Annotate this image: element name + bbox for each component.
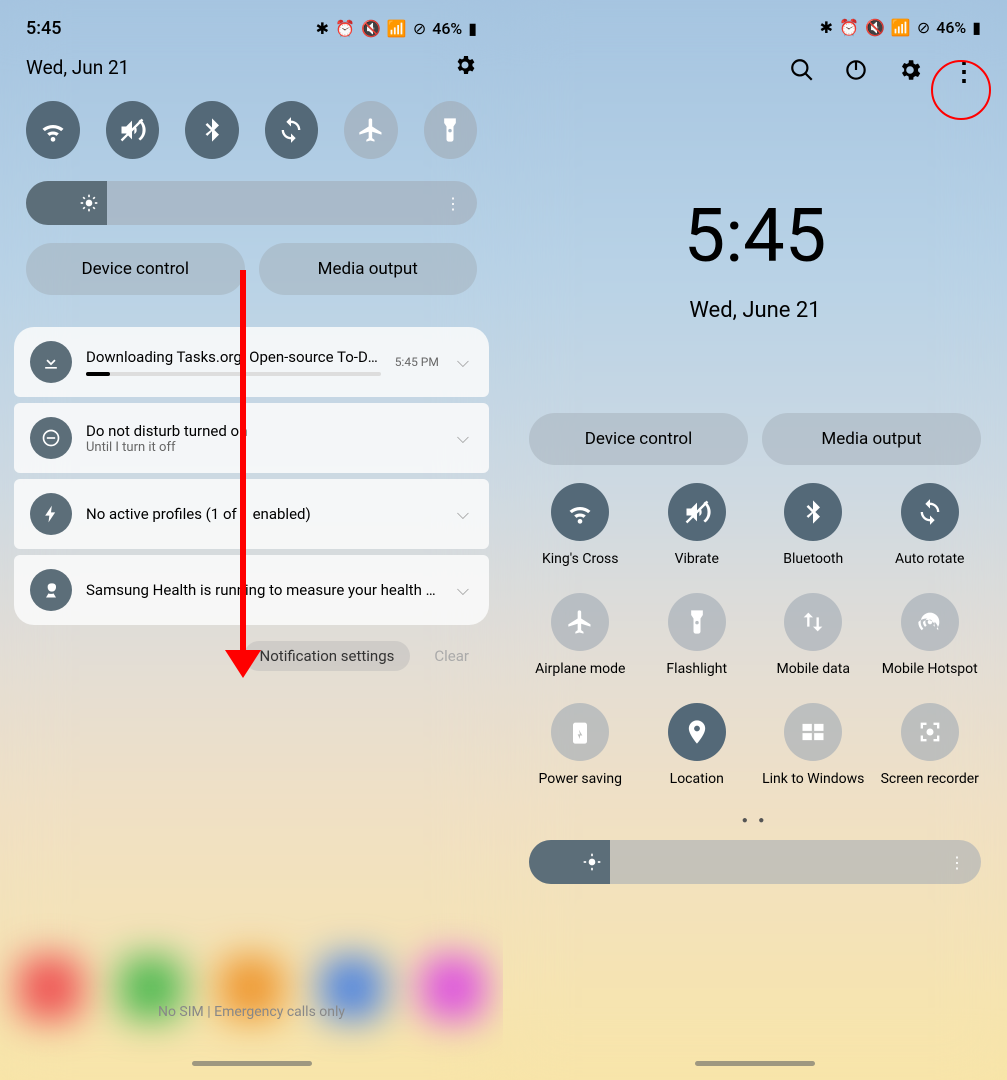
toggle-label-bluetooth: Bluetooth (783, 551, 843, 583)
toggle-mute[interactable] (668, 483, 726, 541)
bluetooth-icon: ✱ (820, 18, 833, 37)
notification-title: Downloading Tasks.org: Open-source To-Do… (86, 348, 381, 366)
toggle-airplane[interactable] (551, 593, 609, 651)
toggle-flashlight[interactable] (424, 101, 478, 159)
toggle-label-auto-rotate: Auto rotate (895, 551, 964, 583)
toggle-label-link-windows: Link to Windows (762, 771, 864, 803)
annotation-circle (931, 60, 991, 120)
toggle-link-windows[interactable] (784, 703, 842, 761)
chevron-down-icon[interactable]: ⌵ (453, 352, 473, 372)
toggle-mobile-data[interactable] (784, 593, 842, 651)
chevron-down-icon[interactable]: ⌵ (453, 504, 473, 524)
alarm-icon: ⏰ (335, 19, 355, 38)
toggle-wifi[interactable] (551, 483, 609, 541)
nav-handle[interactable] (192, 1061, 312, 1066)
chevron-down-icon[interactable]: ⌵ (453, 428, 473, 448)
bluetooth-icon: ✱ (316, 19, 329, 38)
toggle-label-flashlight: Flashlight (666, 661, 727, 693)
health-icon (30, 569, 72, 611)
brightness-more-icon[interactable]: ⋮ (445, 194, 477, 213)
wifi-icon: 📶 (387, 19, 407, 38)
mute-icon: 🔇 (865, 18, 885, 37)
mute-icon: 🔇 (361, 19, 381, 38)
brightness-icon (582, 852, 602, 872)
dnd-icon (30, 417, 72, 459)
download-progress (86, 372, 381, 376)
toggle-auto-rotate[interactable] (265, 101, 319, 159)
brightness-slider[interactable]: ⋮ (26, 181, 477, 225)
notification-title: No active profiles (1 of 1 enabled) (86, 505, 439, 523)
toggle-label-screen-recorder: Screen recorder (881, 771, 979, 803)
toggle-wifi[interactable] (26, 101, 80, 159)
media-output-button[interactable]: Media output (762, 413, 981, 465)
battery-icon: ▮ (972, 18, 981, 37)
annotation-arrow (240, 270, 261, 678)
toggle-label-location: Location (670, 771, 724, 803)
brightness-slider[interactable]: ⋮ (529, 840, 981, 884)
status-time: 5:45 (26, 18, 61, 39)
wifi-icon: 📶 (891, 18, 911, 37)
download-icon (30, 341, 72, 383)
toggle-label-airplane: Airplane mode (535, 661, 625, 693)
toggle-power-saving[interactable] (551, 703, 609, 761)
battery-icon: ▮ (468, 19, 477, 38)
alarm-icon: ⏰ (839, 18, 859, 37)
big-date: Wed, June 21 (503, 298, 1007, 323)
brightness-icon (79, 193, 99, 213)
footer-text: No SIM | Emergency calls only (0, 1004, 503, 1020)
notification-title: Samsung Health is running to measure you… (86, 581, 439, 599)
toggle-auto-rotate[interactable] (901, 483, 959, 541)
battery-text: 46% (432, 19, 462, 38)
status-bar: ✱ ⏰ 🔇 📶 ⊘ 46% ▮ (503, 0, 1007, 37)
search-icon[interactable] (789, 57, 815, 83)
notification-title: Do not disturb turned on (86, 422, 439, 440)
nav-handle[interactable] (695, 1061, 815, 1066)
battery-text: 46% (936, 18, 966, 37)
device-control-button[interactable]: Device control (529, 413, 748, 465)
big-time: 5:45 (503, 193, 1007, 280)
toggle-airplane[interactable] (344, 101, 398, 159)
toggle-flashlight[interactable] (668, 593, 726, 651)
date-text[interactable]: Wed, Jun 21 (26, 56, 129, 79)
toggle-label-power-saving: Power saving (539, 771, 622, 803)
block-icon: ⊘ (917, 18, 930, 37)
toggle-hotspot[interactable] (901, 593, 959, 651)
block-icon: ⊘ (413, 19, 426, 38)
page-indicator: ● ● (503, 815, 1007, 826)
toggle-label-mobile-data: Mobile data (777, 661, 850, 693)
settings-gear-icon[interactable] (897, 57, 923, 83)
status-icons: ✱ ⏰ 🔇 📶 ⊘ 46% ▮ (820, 18, 981, 37)
brightness-more-icon[interactable]: ⋮ (949, 853, 981, 872)
device-control-button[interactable]: Device control (26, 243, 245, 295)
settings-gear-icon[interactable] (453, 53, 477, 81)
right-panel: ✱ ⏰ 🔇 📶 ⊘ 46% ▮ ⋮ 5:45 Wed, June 21 Devi… (503, 0, 1007, 1080)
status-bar: 5:45 ✱ ⏰ 🔇 📶 ⊘ 46% ▮ (0, 0, 503, 39)
chevron-down-icon[interactable]: ⌵ (453, 580, 473, 600)
toggle-label-mute: Vibrate (675, 551, 719, 583)
toggle-bluetooth[interactable] (185, 101, 239, 159)
toggle-location[interactable] (668, 703, 726, 761)
toggle-label-hotspot: Mobile Hotspot (882, 661, 978, 693)
clear-button[interactable]: Clear (434, 641, 469, 671)
notification-subtitle: Until I turn it off (86, 440, 439, 455)
power-icon[interactable] (843, 57, 869, 83)
toggle-mute[interactable] (106, 101, 160, 159)
notification-time: 5:45 PM (395, 355, 439, 369)
toggle-screen-recorder[interactable] (901, 703, 959, 761)
toggle-bluetooth[interactable] (784, 483, 842, 541)
toggle-label-wifi: King's Cross (542, 551, 619, 583)
left-panel: 5:45 ✱ ⏰ 🔇 📶 ⊘ 46% ▮ Wed, Jun 21 ⋮ Devic… (0, 0, 503, 1080)
bolt-icon (30, 493, 72, 535)
media-output-button[interactable]: Media output (259, 243, 478, 295)
status-icons: ✱ ⏰ 🔇 📶 ⊘ 46% ▮ (316, 19, 477, 38)
notification-settings-button[interactable]: Notification settings (244, 641, 411, 671)
